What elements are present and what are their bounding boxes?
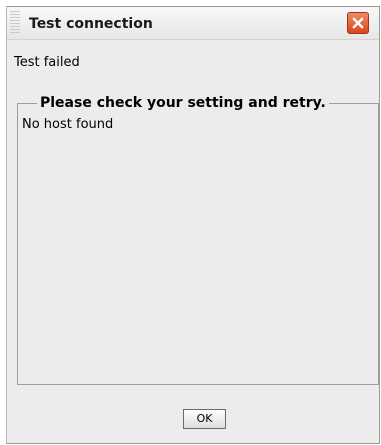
drag-grip-icon[interactable] xyxy=(10,11,20,33)
ok-button[interactable]: OK xyxy=(183,409,226,429)
test-connection-dialog: Test connection Test failed Please check… xyxy=(6,6,380,444)
status-text: Test failed xyxy=(14,55,80,70)
dialog-titlebar[interactable]: Test connection xyxy=(7,7,379,40)
dialog-title: Test connection xyxy=(29,16,153,32)
group-title: Please check your setting and retry. xyxy=(40,95,326,111)
close-icon xyxy=(352,17,364,29)
error-message: No host found xyxy=(22,117,114,132)
result-groupbox: Please check your setting and retry. No … xyxy=(17,95,379,385)
close-button[interactable] xyxy=(347,12,369,34)
